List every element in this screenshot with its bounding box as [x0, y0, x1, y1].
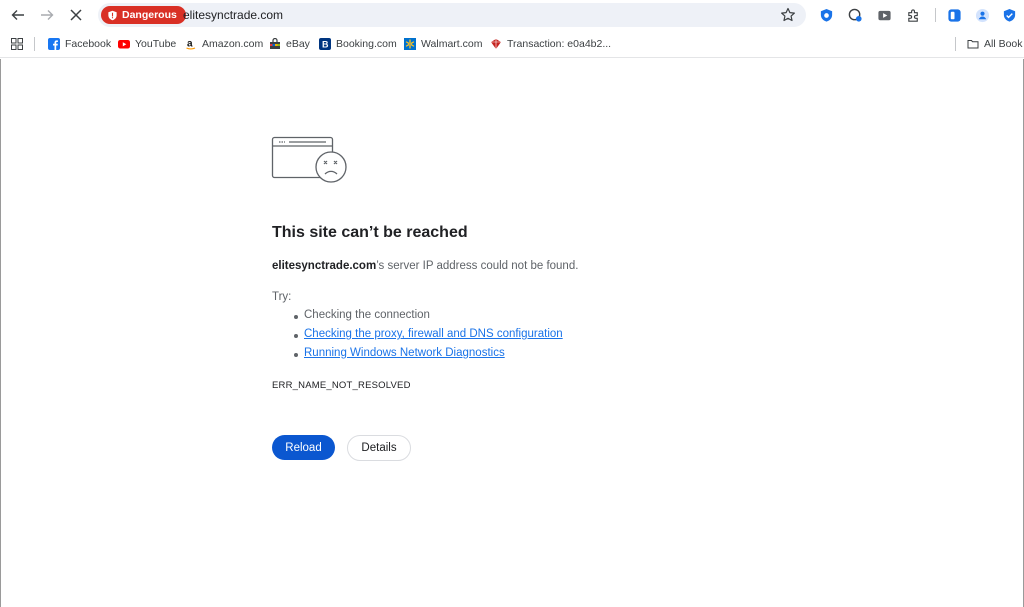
sad-computer-icon [271, 136, 347, 183]
stop-button[interactable] [64, 3, 88, 27]
bookmarks-divider [955, 37, 956, 51]
youtube-ext-icon[interactable] [876, 7, 892, 23]
bookmark-label: eBay [286, 38, 310, 50]
suggestion-item: Running Windows Network Diagnostics [292, 347, 563, 366]
bookmark-amazon[interactable]: a Amazon.com [185, 35, 263, 53]
network-diagnostics-link[interactable]: Running Windows Network Diagnostics [304, 347, 505, 359]
side-panel-icon[interactable] [946, 7, 962, 23]
toolbar-divider [935, 8, 936, 22]
bookmark-facebook[interactable]: Facebook [48, 35, 111, 53]
security-chip-label: Dangerous [122, 9, 177, 21]
bookmark-walmart[interactable]: Walmart.com [404, 35, 482, 53]
details-button[interactable]: Details [347, 435, 411, 461]
arrow-left-icon [11, 10, 24, 20]
address-bar[interactable]: Dangerous elitesynctrade.com [98, 3, 806, 27]
bookmarks-bar: Facebook YouTube a Amazon.com eBay B Boo… [0, 30, 1024, 58]
error-title: This site can’t be reached [272, 224, 468, 241]
facebook-icon [48, 38, 60, 50]
youtube-icon [118, 38, 130, 50]
error-code: ERR_NAME_NOT_RESOLVED [272, 380, 411, 391]
error-host: elitesynctrade.com [272, 260, 377, 272]
bookmark-ebay[interactable]: eBay [269, 35, 310, 53]
bookmark-label: Facebook [65, 38, 112, 50]
bookmark-label: Transaction: e0a4b2... [507, 38, 612, 50]
puzzle-icon[interactable] [905, 7, 921, 23]
bookmark-youtube[interactable]: YouTube [118, 35, 176, 53]
walmart-icon [404, 38, 416, 50]
reload-button[interactable]: Reload [272, 435, 335, 460]
bookmark-label: Booking.com [336, 38, 397, 50]
amazon-icon: a [185, 38, 197, 50]
suggestion-item: Checking the connection [292, 309, 563, 328]
bookmark-label: YouTube [135, 38, 177, 50]
suggestion-text: Checking the connection [304, 309, 430, 321]
proxy-firewall-dns-link[interactable]: Checking the proxy, firewall and DNS con… [304, 328, 563, 340]
security-chip[interactable]: Dangerous [101, 6, 186, 24]
url-text[interactable]: elitesynctrade.com [183, 8, 283, 22]
back-button[interactable] [6, 3, 30, 27]
shield-extension-icon[interactable] [818, 7, 834, 23]
suggestion-list: Checking the connection Checking the pro… [292, 309, 563, 366]
star-icon[interactable] [780, 7, 796, 23]
bitwarden-icon[interactable] [847, 7, 863, 23]
bookmark-transaction[interactable]: Transaction: e0a4b2... [490, 35, 611, 53]
forward-button[interactable] [35, 3, 59, 27]
suggestion-item: Checking the proxy, firewall and DNS con… [292, 328, 563, 347]
error-description: elitesynctrade.com’s server IP address c… [272, 260, 578, 272]
svg-text:a: a [187, 39, 193, 50]
bookmark-booking[interactable]: B Booking.com [319, 35, 397, 53]
ebay-icon [269, 38, 281, 50]
bookmarks-divider [34, 37, 35, 51]
try-label: Try: [272, 291, 292, 303]
bookmark-label: Amazon.com [202, 38, 264, 50]
vpn-shield-icon[interactable] [1001, 7, 1017, 23]
all-bookmarks-button[interactable]: All Book [967, 35, 1023, 53]
close-icon [70, 9, 82, 21]
apps-grid-icon[interactable] [11, 38, 23, 50]
bookmark-label: Walmart.com [421, 38, 483, 50]
folder-icon [967, 40, 979, 49]
booking-icon: B [319, 38, 331, 50]
profile-icon[interactable] [974, 7, 990, 23]
shield-alert-icon [108, 10, 117, 20]
browser-toolbar: Dangerous elitesynctrade.com [0, 0, 1024, 30]
all-bookmarks-label: All Book [984, 38, 1023, 50]
error-description-text: ’s server IP address could not be found. [376, 260, 579, 272]
transaction-icon [490, 38, 502, 50]
svg-text:B: B [322, 40, 329, 50]
arrow-right-icon [41, 10, 54, 20]
